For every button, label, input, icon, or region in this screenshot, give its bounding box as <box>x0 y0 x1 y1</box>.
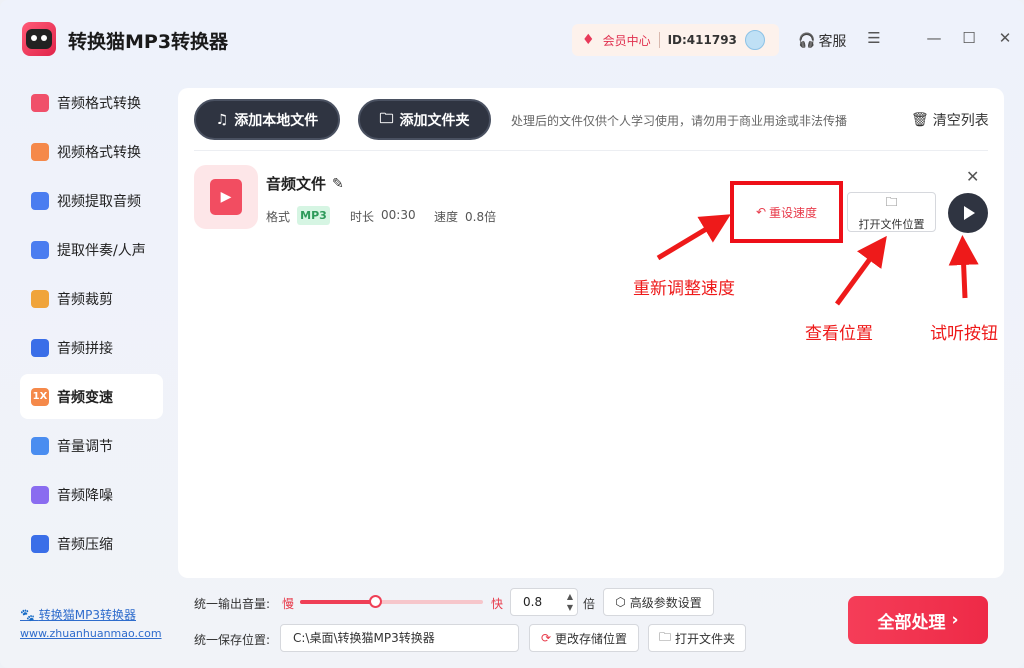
open-folder-button[interactable]: 🗀 打开文件夹 <box>648 624 746 652</box>
change-location-label: 更改存储位置 <box>555 631 628 646</box>
refresh-icon: ⟳ <box>540 631 552 645</box>
app-window: 转换猫MP3转换器 ♦ 会员中心 ID:411793 🎧 客服 ☰ — ☐ ✕ … <box>0 0 1024 668</box>
volume-label: 统一输出音量: <box>194 597 271 611</box>
process-all-label: 全部处理 <box>877 612 946 633</box>
stepper-arrows[interactable]: ▲ ▼ <box>567 591 573 613</box>
speed-slider[interactable] <box>300 595 483 608</box>
slider-fill <box>300 600 376 604</box>
settings-icon: ⬡ <box>615 595 626 609</box>
save-location-label: 统一保存位置: <box>194 633 271 647</box>
advanced-settings-label: 高级参数设置 <box>629 595 702 610</box>
arrow-reset <box>656 214 731 261</box>
slow-label: 慢 <box>282 597 295 611</box>
arrow-listen <box>948 235 979 299</box>
process-all-button[interactable]: 全部处理 › <box>848 596 988 644</box>
arrow-location <box>834 235 887 306</box>
open-folder-label: 打开文件夹 <box>675 631 736 646</box>
speed-input[interactable]: 0.8 ▲ ▼ <box>510 588 578 616</box>
slider-knob[interactable] <box>369 595 383 608</box>
times-label: 倍 <box>583 597 596 611</box>
folder-icon: 🗀 <box>658 629 671 644</box>
chevron-right-icon: › <box>951 610 959 630</box>
save-path-field[interactable]: C:\桌面\转换猫MP3转换器 <box>280 624 519 652</box>
annotation-reset: 重新调整速度 <box>633 279 735 299</box>
speed-input-value: 0.8 <box>523 595 543 609</box>
fast-label: 快 <box>491 597 504 611</box>
annotation-listen: 试听按钮 <box>930 324 998 344</box>
advanced-settings-button[interactable]: ⬡ 高级参数设置 <box>603 588 714 616</box>
change-location-button[interactable]: ⟳ 更改存储位置 <box>529 624 639 652</box>
annotation-location: 查看位置 <box>805 324 873 344</box>
